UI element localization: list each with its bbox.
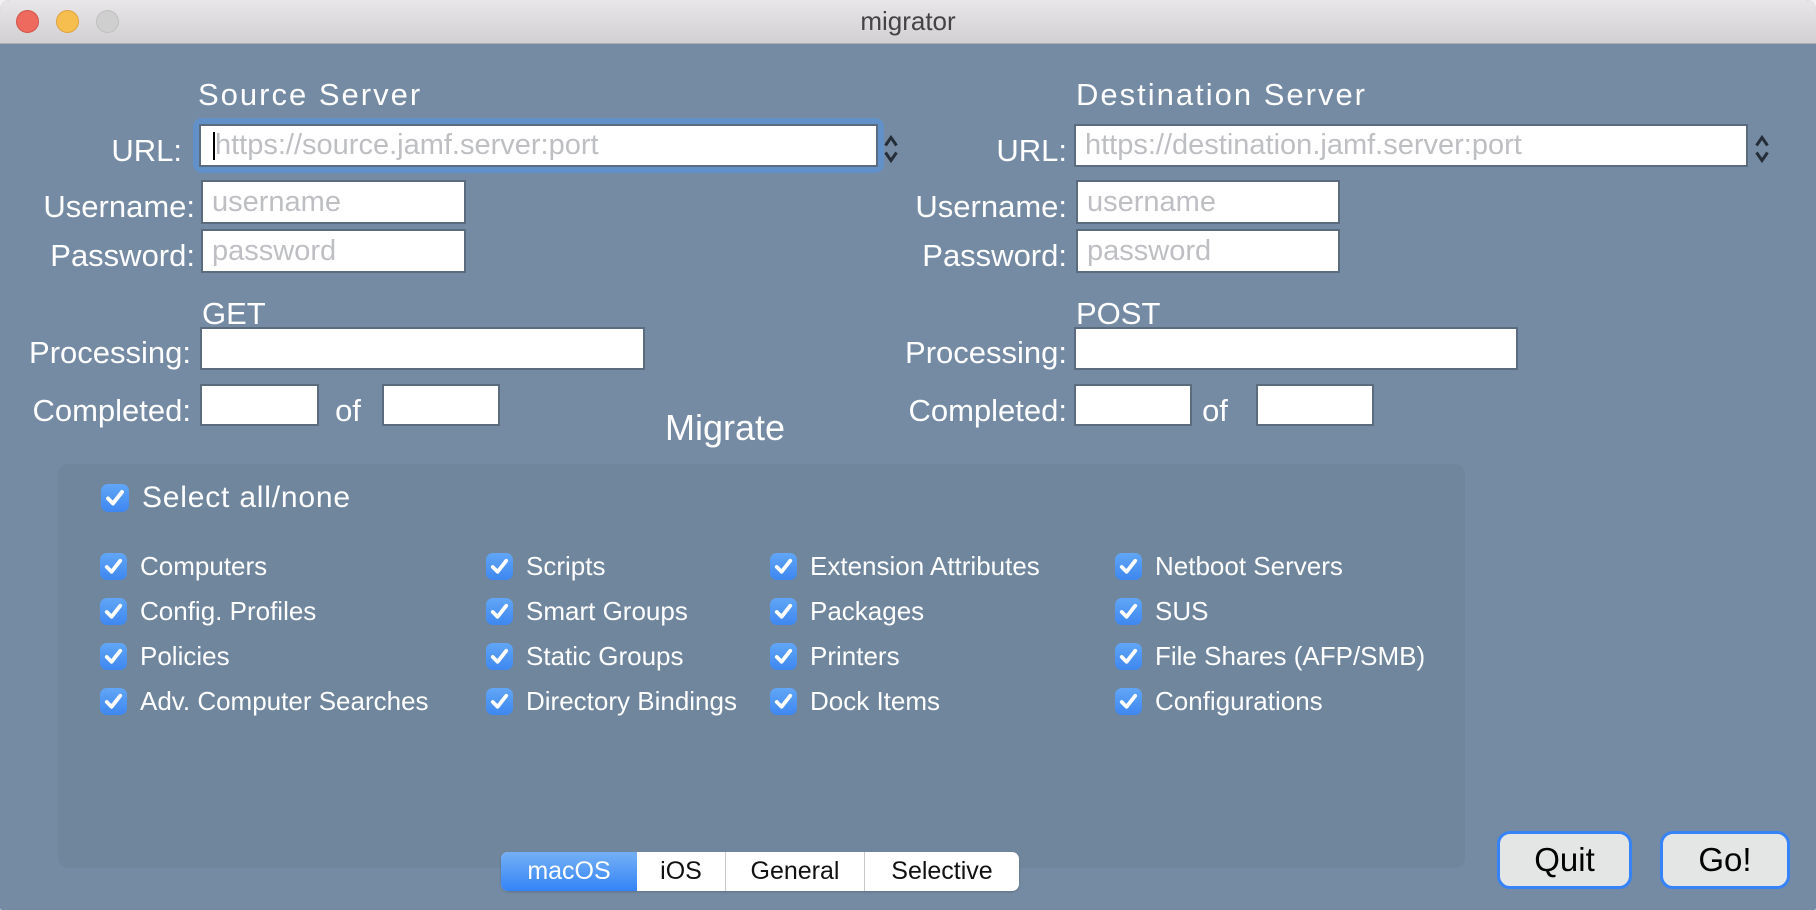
go-button[interactable]: Go! xyxy=(1660,831,1790,889)
destination-password-field[interactable] xyxy=(1076,229,1340,273)
checkbox-smart-groups[interactable]: Smart Groups xyxy=(486,598,688,625)
tab-ios[interactable]: iOS xyxy=(637,852,725,891)
checkbox-sus[interactable]: SUS xyxy=(1115,598,1208,625)
destination-username-field[interactable] xyxy=(1076,180,1340,224)
app-window: migrator Source Server URL: Username: Pa… xyxy=(0,0,1816,910)
configurations-checkbox-box[interactable] xyxy=(1115,688,1142,715)
checkbox-computers[interactable]: Computers xyxy=(100,553,267,580)
destination-completed-label: Completed: xyxy=(876,393,1067,429)
text-cursor xyxy=(213,132,215,160)
source-password-label: Password: xyxy=(0,238,195,274)
titlebar: migrator xyxy=(0,0,1816,44)
directory-bindings-checkbox-box[interactable] xyxy=(486,688,513,715)
checkbox-packages[interactable]: Packages xyxy=(770,598,924,625)
extension-attributes-checkbox-box[interactable] xyxy=(770,553,797,580)
checkbox-select-all[interactable]: Select all/none xyxy=(101,484,351,512)
checkbox-file-shares[interactable]: File Shares (AFP/SMB) xyxy=(1115,643,1425,670)
source-password-field[interactable] xyxy=(201,229,466,273)
checkbox-dock-items[interactable]: Dock Items xyxy=(770,688,940,715)
destination-url-field[interactable] xyxy=(1074,124,1748,167)
source-completed-count-input[interactable] xyxy=(202,386,317,424)
source-server-heading: Source Server xyxy=(198,77,422,113)
checkbox-config-profiles[interactable]: Config. Profiles xyxy=(100,598,316,625)
destination-username-label: Username: xyxy=(872,189,1067,225)
source-username-field[interactable] xyxy=(201,180,466,224)
adv-computer-searches-checkbox-box[interactable] xyxy=(100,688,127,715)
destination-url-input[interactable] xyxy=(1076,126,1746,165)
source-url-input[interactable] xyxy=(201,126,876,165)
destination-server-heading: Destination Server xyxy=(1076,77,1367,113)
source-url-label: URL: xyxy=(0,133,182,169)
source-username-input[interactable] xyxy=(203,182,464,222)
destination-completed-count-input[interactable] xyxy=(1076,386,1190,424)
printers-checkbox-box[interactable] xyxy=(770,643,797,670)
source-url-field[interactable] xyxy=(199,124,878,167)
netboot-servers-checkbox-box[interactable] xyxy=(1115,553,1142,580)
destination-processing-field[interactable] xyxy=(1074,327,1518,370)
destination-of-label: of xyxy=(1192,393,1238,429)
quit-button[interactable]: Quit xyxy=(1497,831,1632,889)
window-title: migrator xyxy=(0,0,1816,43)
platform-tabs: macOS iOS General Selective xyxy=(501,852,1019,891)
source-processing-input[interactable] xyxy=(202,329,643,368)
destination-processing-label: Processing: xyxy=(876,335,1067,371)
destination-processing-input[interactable] xyxy=(1076,329,1516,368)
static-groups-checkbox-box[interactable] xyxy=(486,643,513,670)
smart-groups-checkbox-box[interactable] xyxy=(486,598,513,625)
select-all-label: Select all/none xyxy=(142,481,351,515)
scripts-checkbox-box[interactable] xyxy=(486,553,513,580)
file-shares-checkbox-box[interactable] xyxy=(1115,643,1142,670)
destination-password-input[interactable] xyxy=(1078,231,1338,271)
migrate-heading: Migrate xyxy=(665,407,785,449)
destination-username-input[interactable] xyxy=(1078,182,1338,222)
source-username-label: Username: xyxy=(0,189,195,225)
source-url-focus-ring xyxy=(193,118,884,173)
select-all-checkbox-box[interactable] xyxy=(101,484,129,512)
source-processing-label: Processing: xyxy=(0,335,191,371)
checkbox-directory-bindings[interactable]: Directory Bindings xyxy=(486,688,737,715)
dock-items-checkbox-box[interactable] xyxy=(770,688,797,715)
source-completed-total-field[interactable] xyxy=(382,384,500,426)
destination-completed-total-field[interactable] xyxy=(1256,384,1374,426)
destination-completed-count-field[interactable] xyxy=(1074,384,1192,426)
computers-checkbox-box[interactable] xyxy=(100,553,127,580)
packages-checkbox-box[interactable] xyxy=(770,598,797,625)
source-of-label: of xyxy=(325,393,371,429)
checkbox-adv-computer-searches[interactable]: Adv. Computer Searches xyxy=(100,688,429,715)
tab-selective[interactable]: Selective xyxy=(864,852,1019,891)
checkbox-scripts[interactable]: Scripts xyxy=(486,553,605,580)
sus-checkbox-box[interactable] xyxy=(1115,598,1142,625)
checkbox-configurations[interactable]: Configurations xyxy=(1115,688,1323,715)
checkbox-netboot-servers[interactable]: Netboot Servers xyxy=(1115,553,1343,580)
source-completed-label: Completed: xyxy=(0,393,191,429)
destination-url-stepper[interactable] xyxy=(1754,133,1770,165)
config-profiles-checkbox-box[interactable] xyxy=(100,598,127,625)
source-completed-total-input[interactable] xyxy=(384,386,498,424)
source-password-input[interactable] xyxy=(203,231,464,271)
checkbox-extension-attributes[interactable]: Extension Attributes xyxy=(770,553,1040,580)
destination-completed-total-input[interactable] xyxy=(1258,386,1372,424)
destination-url-label: URL: xyxy=(885,133,1067,169)
destination-password-label: Password: xyxy=(872,238,1067,274)
checkbox-printers[interactable]: Printers xyxy=(770,643,900,670)
source-processing-field[interactable] xyxy=(200,327,645,370)
tab-general[interactable]: General xyxy=(725,852,864,891)
checkbox-static-groups[interactable]: Static Groups xyxy=(486,643,684,670)
tab-macos[interactable]: macOS xyxy=(501,852,637,891)
policies-checkbox-box[interactable] xyxy=(100,643,127,670)
source-completed-count-field[interactable] xyxy=(200,384,319,426)
checkbox-policies[interactable]: Policies xyxy=(100,643,230,670)
